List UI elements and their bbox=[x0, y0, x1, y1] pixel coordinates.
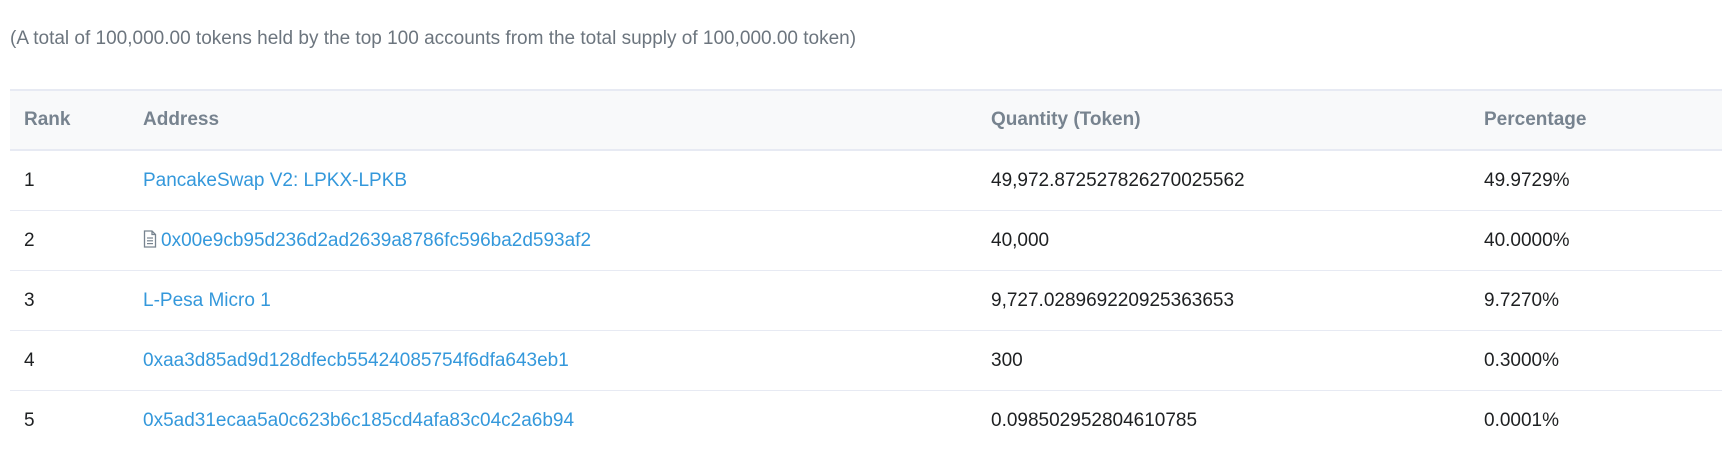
table-row: 2 0x00e9cb95d236d2ad2639a8786fc596ba2d59… bbox=[10, 210, 1722, 271]
address-link[interactable]: PancakeSwap V2: LPKX-LPKB bbox=[143, 170, 407, 191]
address-cell: 0x00e9cb95d236d2ad2639a8786fc596ba2d593a… bbox=[129, 210, 977, 271]
address-cell: 0xaa3d85ad9d128dfecb55424085754f6dfa643e… bbox=[129, 330, 977, 391]
percentage-cell: 9.7270% bbox=[1470, 270, 1722, 331]
holders-table-container: Rank Address Quantity (Token) Percentage… bbox=[10, 89, 1722, 450]
quantity-cell: 300 bbox=[977, 330, 1470, 391]
address-link[interactable]: 0x5ad31ecaa5a0c623b6c185cd4afa83c04c2a6b… bbox=[143, 410, 574, 431]
holders-table: Rank Address Quantity (Token) Percentage… bbox=[10, 89, 1722, 450]
address-link[interactable]: L-Pesa Micro 1 bbox=[143, 290, 271, 311]
table-row: 4 0xaa3d85ad9d128dfecb55424085754f6dfa64… bbox=[10, 330, 1722, 391]
table-body: 1 PancakeSwap V2: LPKX-LPKB 49,972.87252… bbox=[10, 150, 1722, 450]
percentage-cell: 49.9729% bbox=[1470, 150, 1722, 211]
percentage-cell: 0.3000% bbox=[1470, 330, 1722, 391]
rank-cell: 5 bbox=[24, 409, 35, 431]
table-header: Rank Address Quantity (Token) Percentage bbox=[10, 90, 1722, 150]
rank-cell: 4 bbox=[10, 330, 129, 391]
table-header-row: Rank Address Quantity (Token) Percentage bbox=[10, 90, 1722, 150]
quantity-cell: 49,972.872527826270025562 bbox=[977, 150, 1470, 211]
rank-column-header: Rank bbox=[24, 109, 71, 130]
rank-cell: 3 bbox=[10, 270, 129, 331]
percentage-column-header: Percentage bbox=[1484, 109, 1587, 130]
table-row: 5 0x5ad31ecaa5a0c623b6c185cd4afa83c04c2a… bbox=[10, 391, 1722, 451]
holders-summary: (A total of 100,000.00 tokens held by th… bbox=[10, 28, 857, 49]
quantity-cell: 0.098502952804610785 bbox=[991, 409, 1198, 431]
table-row: 1 PancakeSwap V2: LPKX-LPKB 49,972.87252… bbox=[10, 150, 1722, 211]
quantity-cell: 9,727.028969220925363653 bbox=[977, 270, 1470, 331]
quantity-cell: 40,000 bbox=[977, 210, 1470, 271]
address-cell: PancakeSwap V2: LPKX-LPKB bbox=[129, 150, 977, 211]
percentage-cell: 40.0000% bbox=[1470, 210, 1722, 271]
quantity-column-header: Quantity (Token) bbox=[991, 109, 1141, 130]
address-link[interactable]: 0xaa3d85ad9d128dfecb55424085754f6dfa643e… bbox=[143, 350, 569, 371]
file-contract-icon bbox=[143, 229, 157, 248]
table-row: 3 L-Pesa Micro 1 9,727.02896922092536365… bbox=[10, 270, 1722, 331]
address-cell: L-Pesa Micro 1 bbox=[129, 270, 977, 331]
address-link[interactable]: 0x00e9cb95d236d2ad2639a8786fc596ba2d593a… bbox=[161, 230, 591, 251]
rank-cell: 1 bbox=[10, 150, 129, 211]
address-column-header: Address bbox=[143, 109, 220, 130]
percentage-cell: 0.0001% bbox=[1484, 409, 1560, 431]
rank-cell: 2 bbox=[10, 210, 129, 271]
address-cell: 0x5ad31ecaa5a0c623b6c185cd4afa83c04c2a6b… bbox=[129, 391, 977, 451]
